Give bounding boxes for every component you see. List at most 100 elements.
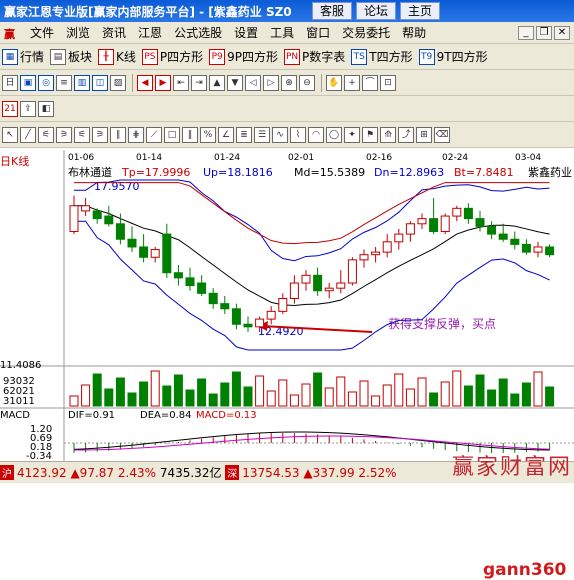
- chart-canvas[interactable]: 01-06 01-14 01-24 02-01 02-16 02-24 03-04 日K线 …: [0, 150, 574, 461]
- speed-icon[interactable]: ⤴: [398, 126, 414, 143]
- fan3-icon[interactable]: ⚞: [92, 126, 108, 143]
- candle-body: [510, 238, 520, 245]
- menu-window[interactable]: 窗口: [300, 24, 336, 41]
- table-icon[interactable]: ▥: [74, 74, 90, 91]
- level-icon[interactable]: ☰: [254, 126, 270, 143]
- volume-bar: [313, 372, 323, 407]
- kline-button[interactable]: ╫ K线: [98, 48, 136, 65]
- menu-browse[interactable]: 浏览: [60, 24, 96, 41]
- dif-value: DIF=0.91: [68, 410, 115, 421]
- dn-value: Dn=12.8963: [374, 166, 444, 179]
- export-icon[interactable]: ⇪: [20, 100, 36, 117]
- wave-icon[interactable]: ∿: [272, 126, 288, 143]
- f10-icon[interactable]: ≡: [56, 74, 72, 91]
- menu-settings[interactable]: 设置: [228, 24, 264, 41]
- last-icon[interactable]: ⇥: [191, 74, 207, 91]
- calendar-21-icon[interactable]: 21: [2, 100, 18, 117]
- plot-icon[interactable]: ▨: [110, 74, 126, 91]
- fan2-icon[interactable]: ⚟: [74, 126, 90, 143]
- volume-bar: [92, 373, 102, 407]
- volume-bar: [440, 381, 450, 407]
- volume-bar: [197, 378, 207, 407]
- chart-icon[interactable]: ▣: [20, 74, 36, 91]
- cross-icon[interactable]: +: [344, 74, 360, 91]
- next-icon[interactable]: ▶: [155, 74, 171, 91]
- up-icon[interactable]: ▲: [209, 74, 225, 91]
- volume-tick-3: 31011: [3, 396, 35, 407]
- p-number-button[interactable]: PN P数字表: [284, 48, 345, 65]
- menu-help[interactable]: 帮助: [396, 24, 432, 41]
- lock-icon[interactable]: ⊡: [380, 74, 396, 91]
- title-bar: 赢家江恩专业版[赢家内部服务平台] - [紫鑫药业 SZ0 客服 论坛 主页: [0, 0, 574, 22]
- candle-body: [289, 282, 299, 299]
- menu-gann[interactable]: 江恩: [132, 24, 168, 41]
- 9t-square-button[interactable]: T9 9T四方形: [418, 48, 488, 65]
- arc-icon[interactable]: ⌒: [362, 74, 378, 91]
- eraser-icon[interactable]: ⌫: [434, 126, 450, 143]
- candle-body: [359, 254, 369, 261]
- gann-logo-text: gann: [483, 560, 531, 580]
- flag-icon[interactable]: ⚑: [362, 126, 378, 143]
- star-icon[interactable]: ✦: [344, 126, 360, 143]
- day-period-icon[interactable]: 日: [2, 74, 18, 91]
- right-icon[interactable]: ▷: [263, 74, 279, 91]
- candle-body: [255, 318, 265, 328]
- volume-bar: [347, 391, 357, 407]
- angle-icon[interactable]: ∠: [218, 126, 234, 143]
- restore-icon[interactable]: ❐: [536, 25, 552, 40]
- channel-icon[interactable]: ⟰: [380, 126, 396, 143]
- home-button[interactable]: 主页: [400, 2, 441, 20]
- zoom-out-icon[interactable]: ⊖: [299, 74, 315, 91]
- sh-change: ▲97.87: [70, 465, 115, 480]
- bars-icon[interactable]: ‖: [182, 126, 198, 143]
- percent-icon[interactable]: %: [200, 126, 216, 143]
- service-button[interactable]: 客服: [312, 2, 353, 20]
- candle-body: [69, 205, 79, 233]
- pointer-icon[interactable]: ↖: [2, 126, 18, 143]
- calendar-icon[interactable]: ◫: [92, 74, 108, 91]
- menu-file[interactable]: 文件: [24, 24, 60, 41]
- first-icon[interactable]: ⇤: [173, 74, 189, 91]
- cycle-icon[interactable]: ⌇: [290, 126, 306, 143]
- preview-icon[interactable]: ◧: [38, 100, 54, 117]
- gann-fan-icon[interactable]: ⚟: [38, 126, 54, 143]
- draw-toolbar: ↖ ╱ ⚟ ⚞ ⚟ ⚞ ∥ ⋕ ⟋ □ ‖ % ∠ ≣ ☰ ∿ ⌇ ◠ ◯ ✦ …: [0, 122, 574, 148]
- menu-formula[interactable]: 公式选股: [168, 24, 228, 41]
- candle-body: [139, 246, 149, 258]
- date-tick-label: 02-16: [366, 153, 392, 163]
- left-icon[interactable]: ◁: [245, 74, 261, 91]
- gann-box-icon[interactable]: ⚞: [56, 126, 72, 143]
- down-icon[interactable]: ▼: [227, 74, 243, 91]
- forum-button[interactable]: 论坛: [356, 2, 397, 20]
- volume-bar: [301, 383, 311, 407]
- gann-grid-icon[interactable]: ⋕: [128, 126, 144, 143]
- t-square-button[interactable]: TS T四方形: [351, 48, 413, 65]
- square-icon[interactable]: □: [164, 126, 180, 143]
- sector-button[interactable]: ▤ 板块: [50, 48, 92, 65]
- ruler-icon[interactable]: ⊞: [416, 126, 432, 143]
- bt-value: Bt=7.8481: [454, 166, 514, 179]
- info-icon[interactable]: ◎: [38, 74, 54, 91]
- 9p-square-button[interactable]: P9 9P四方形: [209, 48, 278, 65]
- circle-icon[interactable]: ◯: [326, 126, 342, 143]
- menu-info[interactable]: 资讯: [96, 24, 132, 41]
- gann-line-icon[interactable]: ⟋: [146, 126, 162, 143]
- hand-icon[interactable]: ✋: [326, 74, 342, 91]
- p-square-button[interactable]: PS P四方形: [141, 48, 203, 65]
- line-icon[interactable]: ╱: [20, 126, 36, 143]
- volume-bar: [104, 388, 114, 407]
- fib-icon[interactable]: ≣: [236, 126, 252, 143]
- menu-tools[interactable]: 工具: [264, 24, 300, 41]
- menu-trade[interactable]: 交易委托: [336, 24, 396, 41]
- app-logo-icon: 赢: [4, 27, 15, 41]
- arc2-icon[interactable]: ◠: [308, 126, 324, 143]
- close-icon[interactable]: ✕: [554, 25, 570, 40]
- volume-bar: [81, 384, 91, 407]
- quotes-button[interactable]: ▦ 行情: [2, 48, 44, 65]
- minimize-icon[interactable]: _: [518, 25, 534, 40]
- kline-chart[interactable]: 01-06 01-14 01-24 02-01 02-16 02-24 03-04 日K线 …: [0, 150, 574, 580]
- parallel-icon[interactable]: ∥: [110, 126, 126, 143]
- volume-bar: [243, 386, 253, 407]
- prev-icon[interactable]: ◀: [137, 74, 153, 91]
- zoom-in-icon[interactable]: ⊕: [281, 74, 297, 91]
